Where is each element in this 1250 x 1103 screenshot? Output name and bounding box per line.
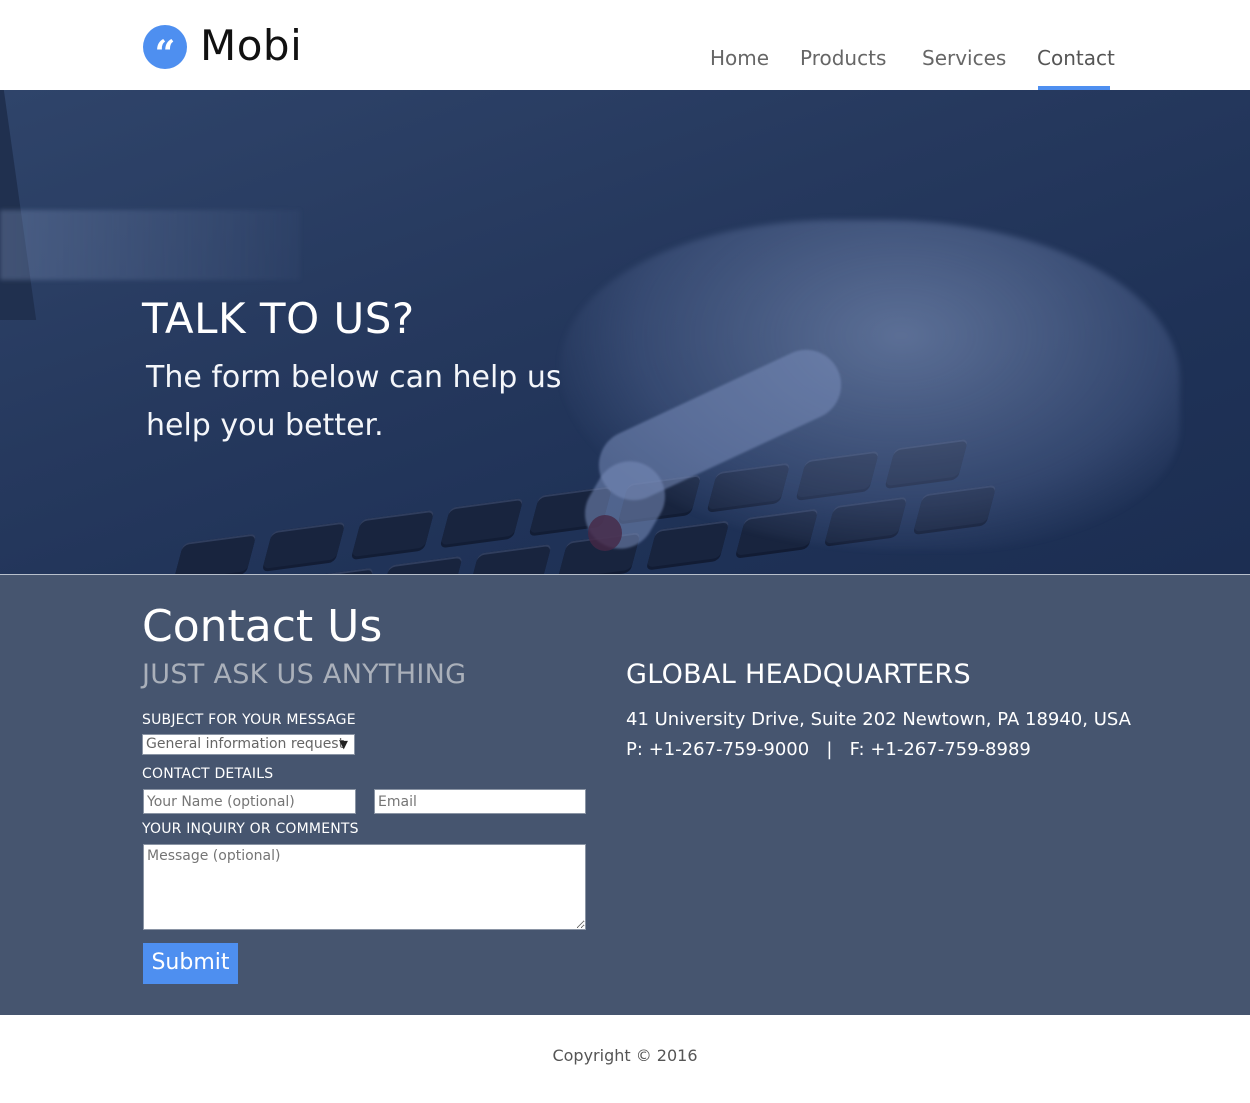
comments-label: YOUR INQUIRY OR COMMENTS [142,821,359,837]
copyright-text: Copyright © 2016 [552,1046,698,1065]
subject-label: SUBJECT FOR YOUR MESSAGE [142,712,356,728]
contact-title: Contact Us [142,601,383,652]
hq-address: 41 University Drive, Suite 202 Newtown, … [626,709,1131,730]
subject-selected-value: General information request [146,736,345,752]
hq-phones: P: +1-267-759-9000 | F: +1-267-759-8989 [626,739,1031,760]
nav-services[interactable]: Services [922,46,1006,70]
subject-select[interactable]: General information request ▼ [142,734,355,755]
site-footer: Copyright © 2016 [0,1015,1250,1103]
nav-products[interactable]: Products [800,46,886,70]
contact-details-label: CONTACT DETAILS [142,766,274,782]
email-input[interactable] [374,789,586,814]
submit-button[interactable]: Submit [143,943,238,984]
hero-title: TALK TO US? [142,294,415,343]
nav-home[interactable]: Home [710,46,769,70]
contact-section: Contact Us JUST ASK US ANYTHING SUBJECT … [0,574,1250,1015]
hero-photo-laptop [0,90,37,320]
message-textarea[interactable] [143,844,586,930]
hero-photo-screen [0,210,300,280]
name-input[interactable] [143,789,356,814]
hq-title: GLOBAL HEADQUARTERS [626,659,971,690]
site-header: “ Mobi Home Products Services Contact [0,0,1250,90]
nav-contact[interactable]: Contact [1037,46,1115,70]
hero-subtitle: The form below can help us help you bett… [146,360,562,443]
contact-tagline: JUST ASK US ANYTHING [142,659,467,690]
hero-banner: TALK TO US? The form below can help us h… [0,90,1250,574]
main-nav: Home Products Services Contact [0,0,1250,90]
dropdown-arrow-icon: ▼ [339,738,348,751]
